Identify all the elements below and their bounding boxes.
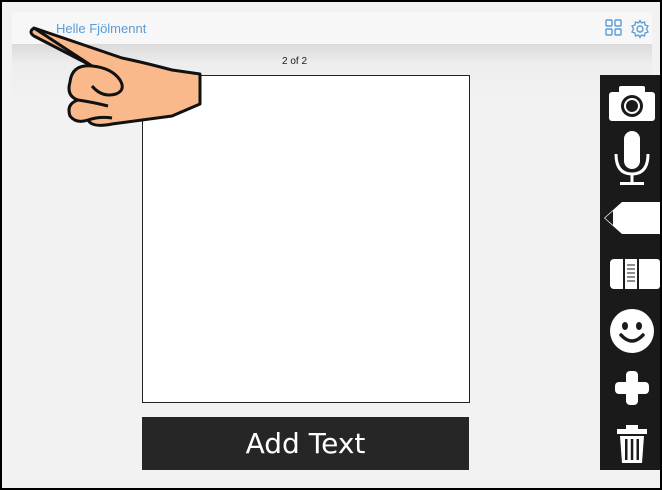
pointing-hand-icon <box>22 24 212 139</box>
settings-gear-icon[interactable] <box>630 19 650 44</box>
app-window: Helle Fjölmennt 2 of 2 Add Text <box>0 0 662 490</box>
camera-icon[interactable] <box>600 83 660 123</box>
tool-sidebar <box>600 75 660 470</box>
add-icon[interactable] <box>600 369 660 407</box>
pencil-icon[interactable] <box>600 200 660 236</box>
page-indicator: 2 of 2 <box>282 56 308 67</box>
microphone-icon[interactable] <box>600 130 660 188</box>
sticker-face-icon[interactable] <box>600 307 660 355</box>
trash-icon[interactable] <box>600 424 660 464</box>
grid-icon[interactable] <box>605 19 623 42</box>
eraser-icon[interactable] <box>600 257 660 291</box>
add-text-button[interactable]: Add Text <box>142 417 469 470</box>
